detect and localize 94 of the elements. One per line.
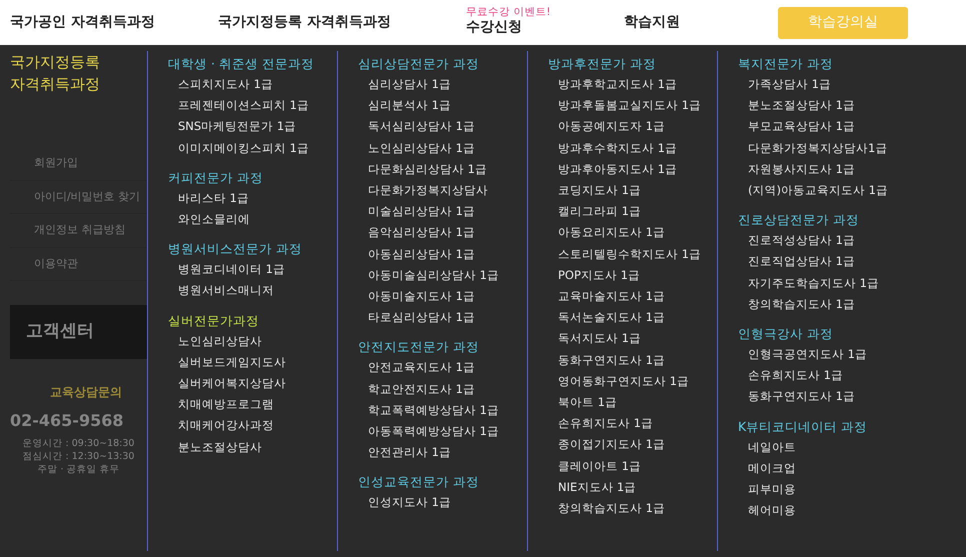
category-heading: 안전지도전문가 과정: [358, 338, 480, 356]
course-link[interactable]: 치매예방프로그램: [168, 394, 337, 416]
course-link[interactable]: 독서지도사 1급: [548, 328, 717, 350]
course-link[interactable]: 창의학습지도사 1급: [738, 294, 966, 316]
hours-text: 점심시간 : 12:30~13:30: [22, 450, 136, 462]
course-link[interactable]: 독서논술지도사 1급: [548, 307, 717, 328]
course-link[interactable]: 다문화가정복지상담사1급: [738, 138, 966, 159]
course-link[interactable]: 방과후아동지도사 1급: [548, 158, 717, 180]
course-link[interactable]: 진로직업상담사 1급: [738, 251, 966, 273]
course-link[interactable]: 실버보드게임지도사: [168, 352, 337, 374]
category-heading: 커피전문가 과정: [168, 168, 264, 187]
course-link[interactable]: 창의학습지도사 1급: [548, 498, 717, 520]
course-link[interactable]: 가족상담사 1급: [738, 74, 966, 96]
course-link[interactable]: 심리분석사 1급: [358, 95, 527, 116]
course-link[interactable]: (지역)아동교육지도사 1급: [738, 180, 966, 202]
course-link[interactable]: 스토리텔링수학지도사 1급: [548, 244, 717, 265]
course-link[interactable]: 자원봉사지도사 1급: [738, 158, 966, 180]
course-link[interactable]: 독서심리상담사 1급: [358, 116, 527, 138]
course-link[interactable]: 안전관리사 1급: [358, 442, 527, 464]
course-link[interactable]: 피부미용: [738, 479, 966, 500]
course-link[interactable]: NIE지도사 1급: [548, 476, 717, 498]
course-link[interactable]: 네일아트: [738, 436, 966, 458]
hours-text: 주말 · 공휴일 휴무: [36, 462, 121, 476]
course-link[interactable]: 와인소믈리에: [168, 209, 337, 230]
course-link[interactable]: 손유희지도사 1급: [548, 413, 717, 434]
nav-link[interactable]: 학습지원: [624, 12, 764, 33]
course-link[interactable]: 메이크업: [738, 458, 966, 480]
course-link[interactable]: 심리상담사 1급: [358, 74, 527, 96]
course-link[interactable]: 스피치지도사 1급: [168, 74, 337, 96]
service-heading: 고객센터: [10, 305, 147, 358]
course-link[interactable]: 다문화가정복지상담사: [358, 180, 527, 202]
course-link[interactable]: 바리스타 1급: [168, 188, 337, 210]
course-link[interactable]: 안전교육지도사 1급: [358, 357, 527, 379]
category-heading: 인성교육전문가 과정: [358, 473, 480, 492]
course-link[interactable]: 음악심리상담사 1급: [358, 222, 527, 244]
course-link[interactable]: 분노조절상담사: [168, 436, 337, 458]
course-link[interactable]: 노인심리상담사 1급: [358, 138, 527, 159]
course-link[interactable]: 치매케어강사과정: [168, 415, 337, 437]
course-link[interactable]: 아동요리지도사 1급: [548, 222, 717, 244]
course-link[interactable]: 손유희지도사 1급: [738, 365, 966, 386]
course-link[interactable]: 방과후돌봄교실지도사 1급: [548, 95, 717, 116]
course-link[interactable]: 실버케어복지상담사: [168, 373, 337, 394]
category-heading: 심리상담전문가 과정: [358, 55, 480, 73]
nav-link[interactable]: 국가지정등록 자격취득과정: [218, 12, 466, 33]
course-link[interactable]: 동화구연지도사 1급: [548, 350, 717, 371]
nav-link[interactable]: 국가공인 자격취득과정: [10, 12, 218, 33]
course-link[interactable]: 북아트 1급: [548, 392, 717, 414]
course-link[interactable]: 미술심리상담사 1급: [358, 201, 527, 222]
course-link[interactable]: 코딩지도사 1급: [548, 180, 717, 202]
course-link[interactable]: 방과후수학지도사 1급: [548, 138, 717, 159]
nav-link[interactable]: 수강신청: [466, 17, 624, 38]
course-link[interactable]: 분노조절상담사 1급: [738, 95, 966, 116]
course-link[interactable]: 다문화심리상담사 1급: [358, 158, 527, 180]
category-heading: K뷰티코디네이터 과정: [738, 418, 868, 436]
course-link[interactable]: 아동폭력예방상담사 1급: [358, 421, 527, 442]
course-link[interactable]: 아동미술지도사 1급: [358, 286, 527, 308]
course-link[interactable]: 병원서비스매니저: [168, 280, 337, 302]
course-link[interactable]: 자기주도학습지도사 1급: [738, 272, 966, 294]
course-link[interactable]: 진로적성상담사 1급: [738, 230, 966, 252]
course-link[interactable]: 영어동화구연지도사 1급: [548, 370, 717, 392]
course-link[interactable]: 부모교육상담사 1급: [738, 116, 966, 138]
menu-title: 국가지정등록 자격취득과정: [10, 52, 101, 95]
course-link[interactable]: 프레젠테이션스피치 1급: [168, 95, 337, 116]
course-link[interactable]: 클레이아트 1급: [548, 456, 717, 477]
category-heading: 병원서비스전문가 과정: [168, 240, 303, 258]
phone-number: 02-465-9568: [10, 410, 124, 432]
course-link[interactable]: 아동미술심리상담사 1급: [358, 264, 527, 286]
course-link[interactable]: POP지도사 1급: [548, 264, 717, 286]
category-heading: 인형극강사 과정: [738, 325, 834, 344]
course-link[interactable]: 교육마술지도사 1급: [548, 286, 717, 308]
course-link[interactable]: 아동공예지도자 1급: [548, 116, 717, 138]
course-link[interactable]: 방과후학교지도사 1급: [548, 74, 717, 96]
category-heading: 방과후전문가 과정: [548, 55, 657, 73]
course-link[interactable]: 종이접기지도사 1급: [548, 434, 717, 456]
course-link[interactable]: 헤어미용: [738, 500, 966, 522]
course-link[interactable]: 아동심리상담사 1급: [358, 244, 527, 265]
category-heading: 진로상담전문가 과정: [738, 211, 860, 230]
event-label: 무료수강 이벤트!: [466, 6, 552, 18]
course-link[interactable]: 인형극공연지도사 1급: [738, 344, 966, 366]
course-link[interactable]: 학교폭력예방상담사 1급: [358, 400, 527, 422]
category-heading: 복지전문가 과정: [738, 55, 834, 73]
category-heading: 실버전문가과정: [168, 312, 260, 330]
contact-label: 교육상담문의: [49, 384, 123, 400]
course-link[interactable]: 동화구연지도사 1급: [738, 386, 966, 408]
course-link[interactable]: 타로심리상담사 1급: [358, 307, 527, 328]
course-link[interactable]: SNS마케팅전문가 1급: [168, 116, 337, 138]
course-link[interactable]: 인성지도사 1급: [358, 492, 527, 514]
course-link[interactable]: 캘리그라피 1급: [548, 201, 717, 222]
course-link[interactable]: 병원코디네이터 1급: [168, 259, 337, 280]
course-link[interactable]: 노인심리상담사: [168, 330, 337, 352]
hours-text: 운영시간 : 09:30~18:30: [22, 436, 136, 450]
course-link[interactable]: 이미지메이킹스피치 1급: [168, 138, 337, 159]
course-link[interactable]: 학교안전지도사 1급: [358, 378, 527, 400]
category-heading: 대학생 · 취준생 전문과정: [168, 55, 315, 73]
